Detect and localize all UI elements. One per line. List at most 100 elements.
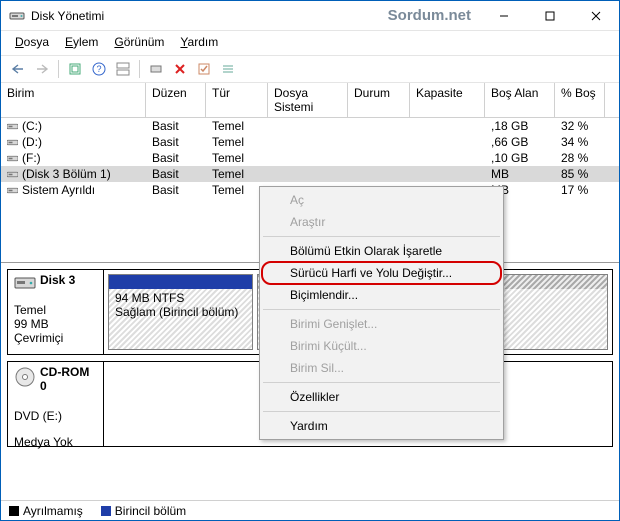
cell-type: Temel bbox=[206, 167, 268, 181]
cell-volume: (Disk 3 Bölüm 1) bbox=[1, 167, 146, 181]
cm-extend[interactable]: Birimi Genişlet... bbox=[262, 313, 501, 335]
check-button[interactable] bbox=[193, 59, 215, 79]
legend-primary: Birincil bölüm bbox=[101, 504, 186, 518]
close-button[interactable] bbox=[573, 1, 619, 31]
col-status[interactable]: Durum bbox=[348, 83, 410, 117]
cell-type: Temel bbox=[206, 151, 268, 165]
cm-open[interactable]: Aç bbox=[262, 189, 501, 211]
cm-sep bbox=[263, 309, 500, 310]
settings-button[interactable] bbox=[145, 59, 167, 79]
col-volume[interactable]: Birim bbox=[1, 83, 146, 117]
col-type[interactable]: Tür bbox=[206, 83, 268, 117]
column-headers: Birim Düzen Tür Dosya Sistemi Durum Kapa… bbox=[1, 83, 619, 118]
cm-change-drive-letter[interactable]: Sürücü Harfi ve Yolu Değiştir... bbox=[262, 262, 501, 284]
menu-action-label: ylem bbox=[73, 35, 98, 49]
cm-sep bbox=[263, 411, 500, 412]
layout-button[interactable] bbox=[112, 59, 134, 79]
cdrom-header[interactable]: CD-ROM 0 DVD (E:) Medya Yok bbox=[8, 362, 104, 446]
table-row[interactable]: (F:)BasitTemel ,10 GB28 % bbox=[1, 150, 619, 166]
cdrom-icon bbox=[14, 366, 36, 391]
cell-type: Temel bbox=[206, 135, 268, 149]
cell-pct: 17 % bbox=[555, 183, 605, 197]
cell-free: ,10 GB bbox=[485, 151, 555, 165]
legend: Ayrılmamış Birincil bölüm bbox=[1, 500, 619, 520]
disk-3-type: Temel bbox=[14, 303, 97, 317]
delete-button[interactable] bbox=[169, 59, 191, 79]
separator bbox=[58, 60, 59, 78]
menubar: Ddocument.currentScript.previousElementS… bbox=[1, 31, 619, 55]
minimize-button[interactable] bbox=[481, 1, 527, 31]
toolbar: ? bbox=[1, 55, 619, 83]
col-filesystem[interactable]: Dosya Sistemi bbox=[268, 83, 348, 117]
hdd-icon bbox=[14, 274, 36, 295]
cell-volume: (C:) bbox=[1, 119, 146, 133]
disk-3-status: Çevrimiçi bbox=[14, 331, 97, 345]
cdrom-title: CD-ROM 0 bbox=[40, 365, 97, 393]
help-button[interactable]: ? bbox=[88, 59, 110, 79]
menu-view-label: örünüm bbox=[124, 35, 165, 49]
cell-layout: Basit bbox=[146, 151, 206, 165]
col-capacity[interactable]: Kapasite bbox=[410, 83, 485, 117]
cell-volume: (F:) bbox=[1, 151, 146, 165]
table-row[interactable]: (C:)BasitTemel ,18 GB32 % bbox=[1, 118, 619, 134]
cm-sep bbox=[263, 382, 500, 383]
cm-help[interactable]: Yardım bbox=[262, 415, 501, 437]
cell-type: Temel bbox=[206, 119, 268, 133]
partition-size: 94 MB NTFS bbox=[115, 291, 246, 305]
cell-free: ,18 GB bbox=[485, 119, 555, 133]
disk-3-title: Disk 3 bbox=[40, 273, 97, 287]
cell-free: MB bbox=[485, 167, 555, 181]
cdrom-sub: DVD (E:) bbox=[14, 409, 97, 423]
refresh-button[interactable] bbox=[64, 59, 86, 79]
cell-pct: 85 % bbox=[555, 167, 605, 181]
menu-help[interactable]: Yardım bbox=[174, 33, 224, 53]
app-icon bbox=[9, 8, 25, 24]
cm-shrink[interactable]: Birimi Küçült... bbox=[262, 335, 501, 357]
cm-explore[interactable]: Araştır bbox=[262, 211, 501, 233]
cell-free: ,66 GB bbox=[485, 135, 555, 149]
table-row[interactable]: (Disk 3 Bölüm 1)BasitTemel MB85 % bbox=[1, 166, 619, 182]
maximize-button[interactable] bbox=[527, 1, 573, 31]
partition-status: Sağlam (Birincil bölüm) bbox=[115, 305, 246, 319]
content-area: Birim Düzen Tür Dosya Sistemi Durum Kapa… bbox=[1, 83, 619, 447]
svg-text:?: ? bbox=[96, 64, 101, 74]
cm-delete[interactable]: Birim Sil... bbox=[262, 357, 501, 379]
cell-pct: 34 % bbox=[555, 135, 605, 149]
cm-mark-active[interactable]: Bölümü Etkin Olarak İşaretle bbox=[262, 240, 501, 262]
cell-layout: Basit bbox=[146, 135, 206, 149]
cm-format[interactable]: Biçimlendir... bbox=[262, 284, 501, 306]
cm-properties[interactable]: Özellikler bbox=[262, 386, 501, 408]
legend-unallocated: Ayrılmamış bbox=[9, 504, 83, 518]
cell-volume: Sistem Ayrıldı bbox=[1, 183, 146, 197]
primary-stripe bbox=[109, 275, 252, 289]
menu-file[interactable]: Ddocument.currentScript.previousElementS… bbox=[9, 33, 55, 53]
cm-sep bbox=[263, 236, 500, 237]
cell-layout: Basit bbox=[146, 183, 206, 197]
titlebar: Disk Yönetimi Sordum.net bbox=[1, 1, 619, 31]
menu-action[interactable]: Eylem bbox=[59, 33, 104, 53]
cell-pct: 28 % bbox=[555, 151, 605, 165]
table-row[interactable]: (D:)BasitTemel ,66 GB34 % bbox=[1, 134, 619, 150]
col-layout[interactable]: Düzen bbox=[146, 83, 206, 117]
disk-3-partition-1[interactable]: 94 MB NTFS Sağlam (Birincil bölüm) bbox=[108, 274, 253, 350]
cell-layout: Basit bbox=[146, 119, 206, 133]
menu-help-label: ardım bbox=[188, 35, 219, 49]
context-menu: Aç Araştır Bölümü Etkin Olarak İşaretle … bbox=[259, 186, 504, 440]
watermark: Sordum.net bbox=[388, 7, 471, 24]
cdrom-nomedia: Medya Yok bbox=[14, 423, 97, 449]
disk-management-window: Disk Yönetimi Sordum.net Ddocument.curre… bbox=[0, 0, 620, 521]
window-title: Disk Yönetimi bbox=[31, 9, 388, 23]
menu-view[interactable]: Görünüm bbox=[108, 33, 170, 53]
back-button[interactable] bbox=[7, 59, 29, 79]
list-button[interactable] bbox=[217, 59, 239, 79]
cell-layout: Basit bbox=[146, 167, 206, 181]
disk-3-size: 99 MB bbox=[14, 317, 97, 331]
col-free[interactable]: Boş Alan bbox=[485, 83, 555, 117]
separator bbox=[139, 60, 140, 78]
cell-volume: (D:) bbox=[1, 135, 146, 149]
col-pct[interactable]: % Boş bbox=[555, 83, 605, 117]
disk-3-header[interactable]: Disk 3 Temel 99 MB Çevrimiçi bbox=[8, 270, 104, 354]
cell-pct: 32 % bbox=[555, 119, 605, 133]
forward-button[interactable] bbox=[31, 59, 53, 79]
menu-file-label: osya bbox=[24, 35, 49, 49]
